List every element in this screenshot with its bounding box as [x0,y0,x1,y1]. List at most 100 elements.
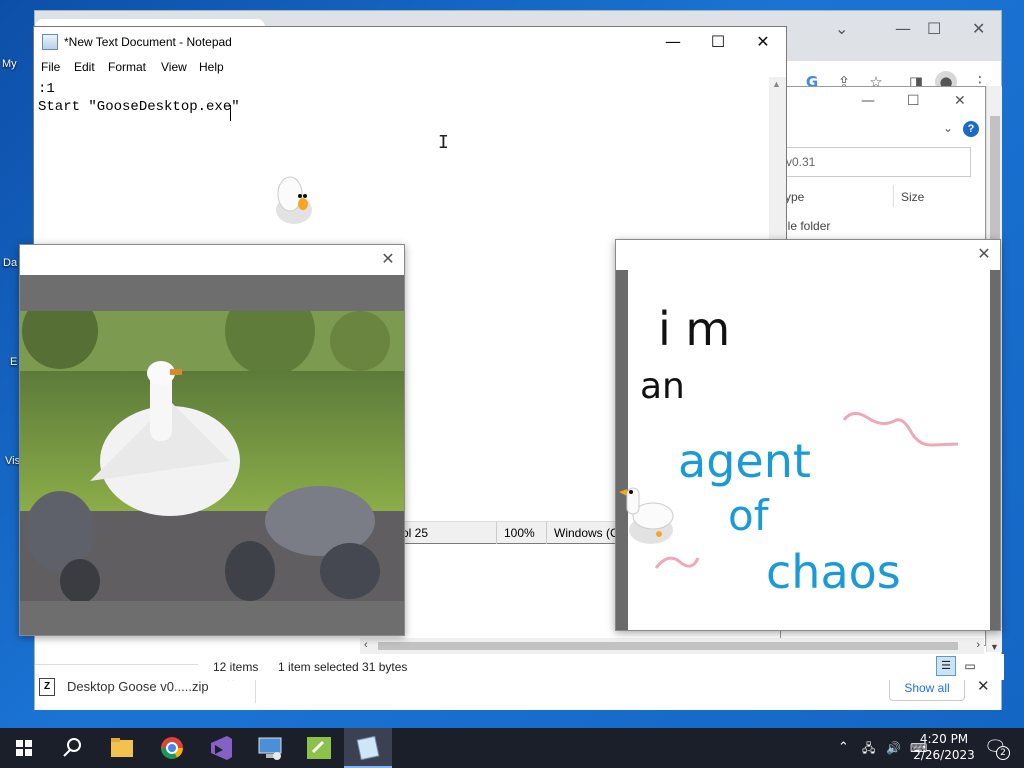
scroll-left-icon[interactable]: ‹ [364,639,368,651]
taskbar-notepad[interactable] [344,728,392,768]
goose-beak [298,198,308,210]
search-icon [63,738,81,757]
notepad-app-icon [42,34,58,50]
desktop-icon-label[interactable]: Da [3,257,17,269]
scroll-down-icon[interactable]: ▼ [990,642,999,652]
maximize-icon[interactable]: ☐ [927,19,941,38]
close-icon[interactable]: ✕ [954,93,966,109]
taskbar-goose-app[interactable] [295,728,343,768]
text-cursor-icon: I [438,132,449,153]
divider [546,522,547,544]
start-button[interactable] [0,728,48,768]
notification-center-button[interactable]: 🗨 2 [982,728,1012,768]
taskbar: ⌃ 🖧 🔊 ⌨ 4:20 PM 2/26/2023 🗨 2 [0,728,1024,768]
desktop-icon-label[interactable]: Vis [5,455,20,467]
photo-pigeon [25,491,95,571]
network-icon[interactable]: 🖧 [862,728,875,768]
note-text-line1: i m [658,302,730,356]
help-icon[interactable]: ? [963,121,979,137]
minimize-icon[interactable]: — [650,27,696,57]
column-header-size[interactable]: Size [901,190,924,204]
taskbar-network-app[interactable] [246,728,294,768]
zip-file-icon: Z [39,678,55,696]
notepad-icon [356,735,380,761]
status-zoom: 100% [504,526,535,540]
taskbar-file-explorer[interactable] [98,728,146,768]
file-type-cell[interactable]: ile folder [785,219,830,233]
menu-bar: File Edit Format View Help [34,57,786,77]
volume-icon[interactable]: 🔊 [886,728,901,768]
image-frame [20,275,404,635]
notification-count: 2 [996,746,1010,760]
close-icon[interactable]: ✕ [972,19,985,38]
search-input[interactable]: v0.31 [781,147,971,177]
taskbar-chrome[interactable] [148,728,196,768]
clock-time: 4:20 PM [919,732,969,746]
close-icon[interactable]: ✕ [740,27,786,57]
goose-sprite[interactable] [270,172,320,228]
goose-image-window: ✕ [19,244,405,636]
menu-file[interactable]: File [41,60,60,74]
explorer-status-bar: 12 items 1 item selected 31 bytes ☰ ▭ [198,654,1004,680]
note-text-line3: agent [678,434,811,488]
close-icon[interactable]: ✕ [378,249,398,269]
pink-scribble [654,556,700,569]
goose-note-window: ✕ i m an agent of chaos [615,239,1001,631]
status-selection: 1 item selected 31 bytes [278,660,408,674]
scroll-up-icon[interactable]: ▲ [772,79,781,89]
note-text-line4: of [728,491,770,540]
text-caret [230,105,231,121]
chevron-down-icon[interactable]: ⌄ [943,121,953,135]
note-text-line5: chaos [766,545,901,599]
explorer-horizontal-scrollbar[interactable]: ‹ › [360,638,984,654]
photo-goose-beak [170,369,182,375]
status-cursor-position: ol 25 [402,526,429,540]
folder-icon [111,738,133,757]
note-drawing: i m an agent of chaos [640,302,959,599]
photo-pigeon [225,541,275,601]
minimize-icon[interactable]: — [861,93,875,109]
goose-sprite[interactable] [617,482,679,546]
pink-scribble [842,412,959,447]
scrollbar-thumb[interactable] [378,642,958,650]
note-left-border [616,270,628,630]
taskbar-visual-studio[interactable] [197,728,245,768]
clock-date: 2/26/2023 [913,748,975,762]
column-divider [893,185,894,207]
goose-beak [619,489,627,496]
menu-help[interactable]: Help [199,60,224,74]
maximize-icon[interactable]: ☐ [907,93,920,109]
desktop-icon-label[interactable]: My [2,58,17,70]
photo-tree [330,311,390,371]
photo-pigeon [320,543,380,599]
note-right-border [990,270,1000,630]
note-text-line2: an [640,366,685,407]
search-button[interactable] [48,728,96,768]
menu-format[interactable]: Format [108,60,146,74]
minimize-icon[interactable]: — [895,19,911,38]
column-header-type[interactable]: ype [785,190,804,204]
visual-studio-icon [211,736,232,760]
chevron-up-icon[interactable]: ⌃ [838,728,849,768]
status-item-count: 12 items [213,660,259,674]
goose-neck [626,487,640,515]
goose-app-icon [307,737,331,759]
status-encoding: Windows (C [554,526,619,540]
menu-edit[interactable]: Edit [74,60,95,74]
download-item-name[interactable]: Desktop Goose v0.....zip [67,679,209,694]
window-title: *New Text Document - Notepad [64,35,232,49]
tiles-view-icon[interactable]: ▭ [960,656,980,676]
photo-pigeon [60,559,100,601]
notepad-title-bar[interactable]: *New Text Document - Notepad — ☐ ✕ [34,27,786,57]
scroll-right-icon[interactable]: › [976,639,980,651]
goose-eye [303,194,307,198]
menu-view[interactable]: View [161,60,187,74]
chrome-icon [161,737,183,759]
goose-eye [298,194,302,198]
desktop-icon-label[interactable]: E [10,356,17,368]
chevron-down-icon[interactable]: ⌄ [835,19,848,38]
close-icon[interactable]: ✕ [974,244,994,264]
details-view-icon[interactable]: ☰ [936,656,956,676]
clock[interactable]: 4:20 PM 2/26/2023 [908,728,980,768]
maximize-icon[interactable]: ☐ [695,27,741,57]
